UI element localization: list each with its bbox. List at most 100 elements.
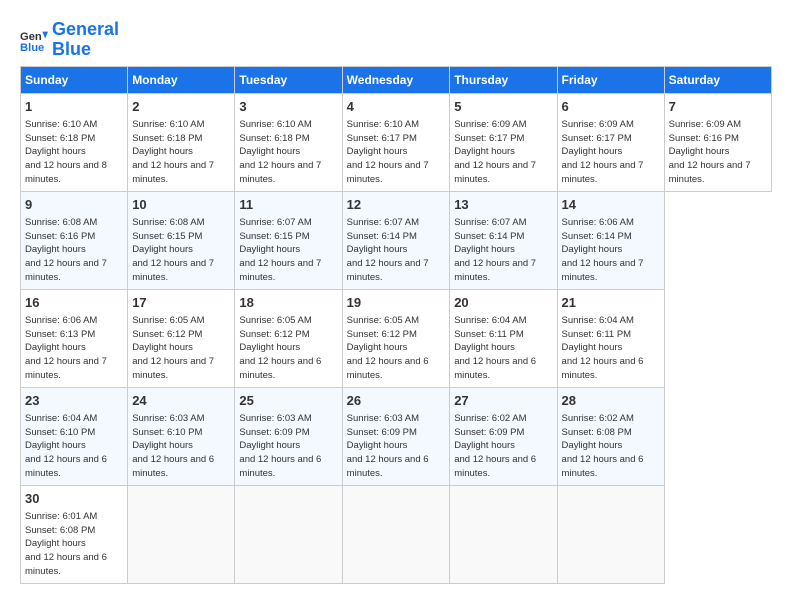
day-cell-17: 17 Sunrise: 6:05 AM Sunset: 6:12 PM Dayl…: [128, 289, 235, 387]
column-header-friday: Friday: [557, 66, 664, 93]
day-info: Sunrise: 6:07 AM Sunset: 6:14 PM Dayligh…: [454, 216, 552, 285]
calendar-week-3: 16 Sunrise: 6:06 AM Sunset: 6:13 PM Dayl…: [21, 289, 772, 387]
calendar-header: SundayMondayTuesdayWednesdayThursdayFrid…: [21, 66, 772, 93]
day-cell-18: 18 Sunrise: 6:05 AM Sunset: 6:12 PM Dayl…: [235, 289, 342, 387]
day-number: 10: [132, 196, 230, 214]
logo-icon: Gen Blue: [20, 26, 48, 54]
day-info: Sunrise: 6:07 AM Sunset: 6:15 PM Dayligh…: [239, 216, 337, 285]
day-info: Sunrise: 6:05 AM Sunset: 6:12 PM Dayligh…: [347, 314, 446, 383]
calendar-week-2: 9 Sunrise: 6:08 AM Sunset: 6:16 PM Dayli…: [21, 191, 772, 289]
day-info: Sunrise: 6:03 AM Sunset: 6:09 PM Dayligh…: [239, 412, 337, 481]
day-cell-24: 24 Sunrise: 6:03 AM Sunset: 6:10 PM Dayl…: [128, 387, 235, 485]
calendar-week-1: 1 Sunrise: 6:10 AM Sunset: 6:18 PM Dayli…: [21, 93, 772, 191]
day-number: 11: [239, 196, 337, 214]
day-number: 2: [132, 98, 230, 116]
day-cell-7: 7 Sunrise: 6:09 AM Sunset: 6:16 PM Dayli…: [664, 93, 771, 191]
day-number: 20: [454, 294, 552, 312]
day-number: 18: [239, 294, 337, 312]
day-info: Sunrise: 6:02 AM Sunset: 6:09 PM Dayligh…: [454, 412, 552, 481]
day-cell-10: 10 Sunrise: 6:08 AM Sunset: 6:15 PM Dayl…: [128, 191, 235, 289]
day-number: 28: [562, 392, 660, 410]
day-number: 4: [347, 98, 446, 116]
day-number: 7: [669, 98, 767, 116]
empty-cell: [128, 485, 235, 583]
day-info: Sunrise: 6:10 AM Sunset: 6:18 PM Dayligh…: [132, 118, 230, 187]
day-info: Sunrise: 6:10 AM Sunset: 6:17 PM Dayligh…: [347, 118, 446, 187]
day-number: 17: [132, 294, 230, 312]
day-number: 27: [454, 392, 552, 410]
day-number: 26: [347, 392, 446, 410]
day-cell-26: 26 Sunrise: 6:03 AM Sunset: 6:09 PM Dayl…: [342, 387, 450, 485]
day-info: Sunrise: 6:04 AM Sunset: 6:10 PM Dayligh…: [25, 412, 123, 481]
day-number: 1: [25, 98, 123, 116]
day-cell-21: 21 Sunrise: 6:04 AM Sunset: 6:11 PM Dayl…: [557, 289, 664, 387]
day-cell-16: 16 Sunrise: 6:06 AM Sunset: 6:13 PM Dayl…: [21, 289, 128, 387]
day-cell-9: 9 Sunrise: 6:08 AM Sunset: 6:16 PM Dayli…: [21, 191, 128, 289]
column-header-thursday: Thursday: [450, 66, 557, 93]
day-number: 14: [562, 196, 660, 214]
calendar-table: SundayMondayTuesdayWednesdayThursdayFrid…: [20, 66, 772, 584]
day-info: Sunrise: 6:03 AM Sunset: 6:10 PM Dayligh…: [132, 412, 230, 481]
day-info: Sunrise: 6:03 AM Sunset: 6:09 PM Dayligh…: [347, 412, 446, 481]
day-info: Sunrise: 6:10 AM Sunset: 6:18 PM Dayligh…: [239, 118, 337, 187]
day-number: 24: [132, 392, 230, 410]
empty-cell: [342, 485, 450, 583]
column-header-wednesday: Wednesday: [342, 66, 450, 93]
day-number: 5: [454, 98, 552, 116]
day-cell-3: 3 Sunrise: 6:10 AM Sunset: 6:18 PM Dayli…: [235, 93, 342, 191]
day-cell-30: 30 Sunrise: 6:01 AM Sunset: 6:08 PM Dayl…: [21, 485, 128, 583]
day-cell-5: 5 Sunrise: 6:09 AM Sunset: 6:17 PM Dayli…: [450, 93, 557, 191]
svg-text:Blue: Blue: [20, 42, 44, 54]
day-info: Sunrise: 6:08 AM Sunset: 6:15 PM Dayligh…: [132, 216, 230, 285]
day-number: 3: [239, 98, 337, 116]
day-cell-1: 1 Sunrise: 6:10 AM Sunset: 6:18 PM Dayli…: [21, 93, 128, 191]
day-cell-11: 11 Sunrise: 6:07 AM Sunset: 6:15 PM Dayl…: [235, 191, 342, 289]
column-header-monday: Monday: [128, 66, 235, 93]
day-info: Sunrise: 6:05 AM Sunset: 6:12 PM Dayligh…: [132, 314, 230, 383]
day-cell-19: 19 Sunrise: 6:05 AM Sunset: 6:12 PM Dayl…: [342, 289, 450, 387]
day-number: 25: [239, 392, 337, 410]
day-info: Sunrise: 6:08 AM Sunset: 6:16 PM Dayligh…: [25, 216, 123, 285]
day-info: Sunrise: 6:09 AM Sunset: 6:17 PM Dayligh…: [562, 118, 660, 187]
calendar-week-4: 23 Sunrise: 6:04 AM Sunset: 6:10 PM Dayl…: [21, 387, 772, 485]
logo: Gen Blue GeneralBlue: [20, 20, 119, 60]
day-info: Sunrise: 6:09 AM Sunset: 6:16 PM Dayligh…: [669, 118, 767, 187]
day-cell-6: 6 Sunrise: 6:09 AM Sunset: 6:17 PM Dayli…: [557, 93, 664, 191]
empty-cell: [450, 485, 557, 583]
day-number: 6: [562, 98, 660, 116]
day-number: 13: [454, 196, 552, 214]
day-number: 16: [25, 294, 123, 312]
column-header-saturday: Saturday: [664, 66, 771, 93]
day-number: 12: [347, 196, 446, 214]
day-info: Sunrise: 6:09 AM Sunset: 6:17 PM Dayligh…: [454, 118, 552, 187]
day-number: 30: [25, 490, 123, 508]
day-info: Sunrise: 6:01 AM Sunset: 6:08 PM Dayligh…: [25, 510, 123, 579]
day-cell-13: 13 Sunrise: 6:07 AM Sunset: 6:14 PM Dayl…: [450, 191, 557, 289]
day-cell-4: 4 Sunrise: 6:10 AM Sunset: 6:17 PM Dayli…: [342, 93, 450, 191]
day-cell-20: 20 Sunrise: 6:04 AM Sunset: 6:11 PM Dayl…: [450, 289, 557, 387]
day-number: 19: [347, 294, 446, 312]
day-cell-23: 23 Sunrise: 6:04 AM Sunset: 6:10 PM Dayl…: [21, 387, 128, 485]
day-info: Sunrise: 6:02 AM Sunset: 6:08 PM Dayligh…: [562, 412, 660, 481]
day-cell-27: 27 Sunrise: 6:02 AM Sunset: 6:09 PM Dayl…: [450, 387, 557, 485]
column-header-tuesday: Tuesday: [235, 66, 342, 93]
day-number: 23: [25, 392, 123, 410]
day-cell-28: 28 Sunrise: 6:02 AM Sunset: 6:08 PM Dayl…: [557, 387, 664, 485]
day-info: Sunrise: 6:10 AM Sunset: 6:18 PM Dayligh…: [25, 118, 123, 187]
day-number: 21: [562, 294, 660, 312]
empty-cell: [235, 485, 342, 583]
day-info: Sunrise: 6:07 AM Sunset: 6:14 PM Dayligh…: [347, 216, 446, 285]
day-info: Sunrise: 6:05 AM Sunset: 6:12 PM Dayligh…: [239, 314, 337, 383]
day-cell-2: 2 Sunrise: 6:10 AM Sunset: 6:18 PM Dayli…: [128, 93, 235, 191]
day-info: Sunrise: 6:04 AM Sunset: 6:11 PM Dayligh…: [454, 314, 552, 383]
page-header: Gen Blue GeneralBlue: [20, 20, 772, 60]
calendar-week-5: 30 Sunrise: 6:01 AM Sunset: 6:08 PM Dayl…: [21, 485, 772, 583]
logo-text: GeneralBlue: [52, 20, 119, 60]
svg-text:Gen: Gen: [20, 31, 42, 43]
empty-cell: [557, 485, 664, 583]
day-info: Sunrise: 6:04 AM Sunset: 6:11 PM Dayligh…: [562, 314, 660, 383]
column-header-sunday: Sunday: [21, 66, 128, 93]
day-number: 9: [25, 196, 123, 214]
day-info: Sunrise: 6:06 AM Sunset: 6:13 PM Dayligh…: [25, 314, 123, 383]
day-cell-25: 25 Sunrise: 6:03 AM Sunset: 6:09 PM Dayl…: [235, 387, 342, 485]
